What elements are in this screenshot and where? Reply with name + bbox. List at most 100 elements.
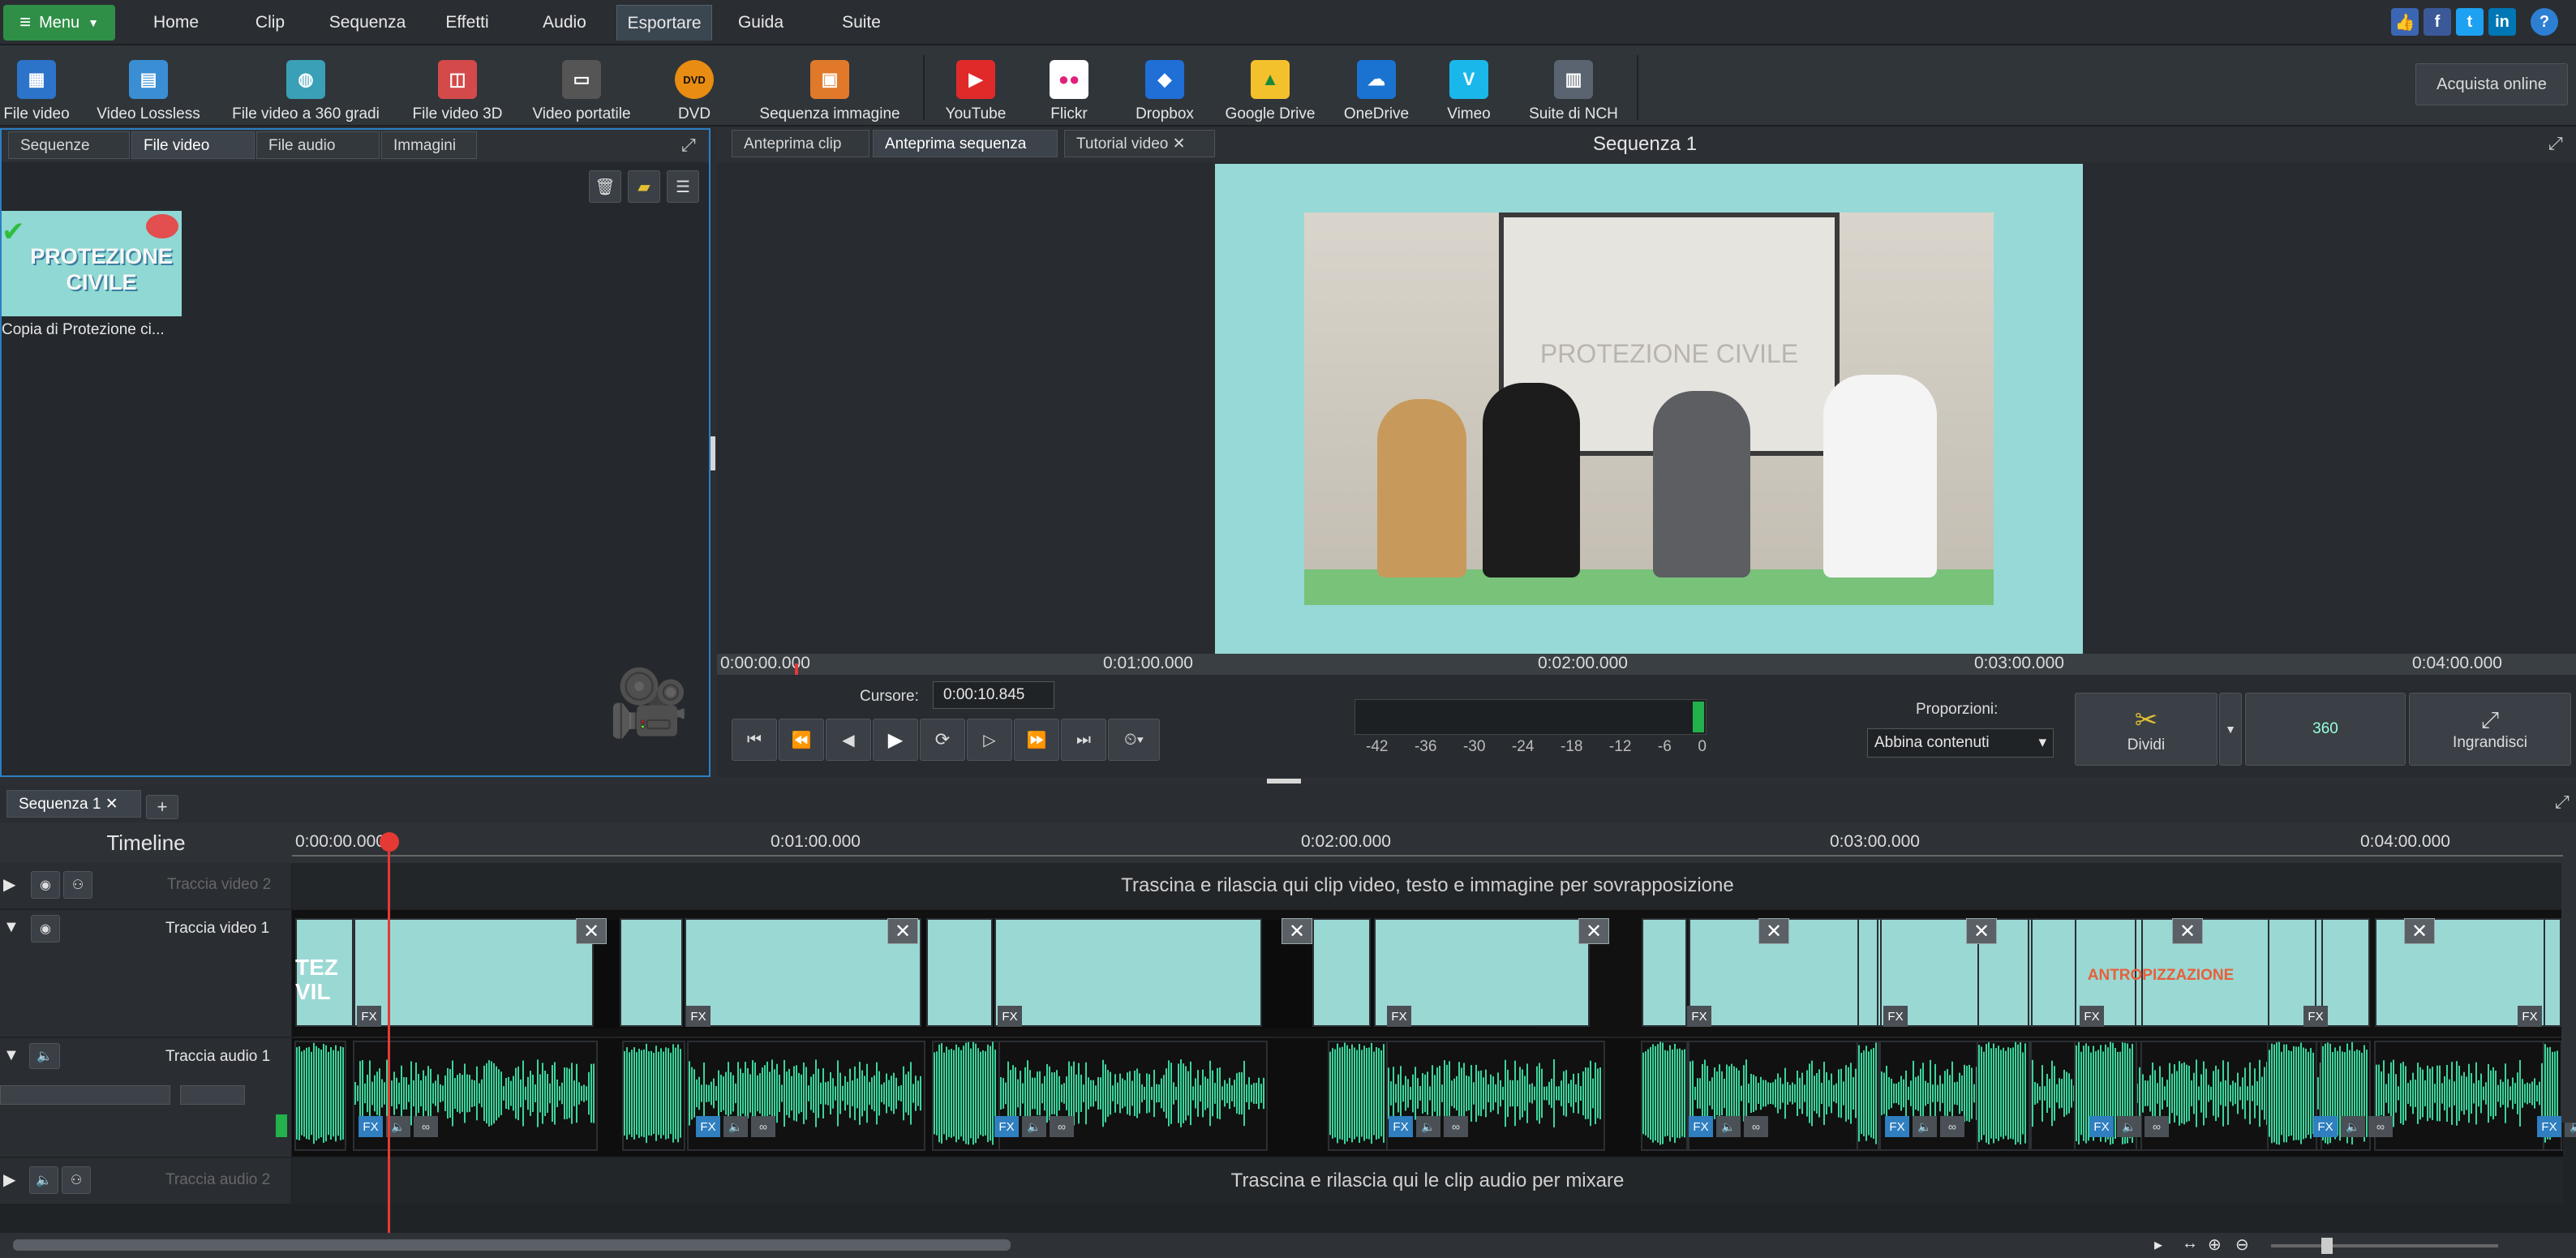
audio-fx-icon[interactable]: FX: [994, 1116, 1019, 1137]
video-fx-icon[interactable]: FX: [686, 1006, 711, 1027]
group-icon[interactable]: ⚇: [62, 1166, 91, 1194]
zoom-slider-knob[interactable]: [2321, 1238, 2333, 1254]
pin-icon[interactable]: ⤢: [2548, 133, 2563, 154]
tab-anteprima-clip[interactable]: Anteprima clip: [732, 130, 869, 157]
video-fx-icon[interactable]: FX: [357, 1006, 381, 1027]
tab-file-video[interactable]: File video: [131, 131, 255, 159]
transition-icon[interactable]: ✕: [2172, 918, 2203, 944]
video-fx-icon[interactable]: FX: [998, 1006, 1022, 1027]
export-lossless-button[interactable]: ▤ Video Lossless: [88, 50, 209, 123]
audio-fx-icon[interactable]: FX: [1389, 1116, 1413, 1137]
volume-slider[interactable]: [0, 1085, 170, 1105]
export-portable-button[interactable]: ▭ Video portatile: [519, 50, 644, 123]
video-fx-icon[interactable]: FX: [2518, 1006, 2542, 1027]
tab-audio[interactable]: Audio: [522, 5, 607, 41]
audio-fx-icon[interactable]: FX: [358, 1116, 383, 1137]
expand-arrow-icon[interactable]: ▶: [3, 874, 15, 895]
add-sequence-icon[interactable]: +: [146, 795, 178, 819]
video-clip[interactable]: [926, 918, 993, 1027]
tab-sequenza[interactable]: Sequenza: [316, 5, 419, 41]
audio-fx-icon[interactable]: FX: [2537, 1116, 2561, 1137]
tab-home[interactable]: Home: [131, 5, 221, 41]
360-button[interactable]: 360: [2245, 693, 2406, 766]
video-fx-icon[interactable]: FX: [1687, 1006, 1711, 1027]
go-to-end-icon[interactable]: ⏭: [1061, 719, 1106, 761]
eye-icon[interactable]: ◉: [31, 915, 60, 942]
link-icon[interactable]: ∞: [2145, 1116, 2169, 1137]
video-clip[interactable]: [1642, 918, 1687, 1027]
video-fx-icon[interactable]: FX: [2080, 1006, 2104, 1027]
audio-fx-icon[interactable]: FX: [1689, 1116, 1713, 1137]
facebook-icon[interactable]: f: [2424, 8, 2451, 36]
loop-icon[interactable]: ⟳: [920, 719, 965, 761]
link-icon[interactable]: ∞: [1050, 1116, 1074, 1137]
volume-icon[interactable]: 🔈: [723, 1116, 748, 1137]
step-back-icon[interactable]: ◀: [826, 719, 871, 761]
volume-icon[interactable]: 🔈: [1913, 1116, 1937, 1137]
fit-icon[interactable]: ↔: [2182, 1234, 2198, 1253]
speed-dial-icon[interactable]: ⏲▾: [1108, 719, 1160, 761]
step-forward-icon[interactable]: ▷: [967, 719, 1012, 761]
video-clip[interactable]: [2544, 918, 2561, 1027]
export-flickr-button[interactable]: ●● Flickr: [1028, 50, 1110, 123]
transition-icon[interactable]: ✕: [2404, 918, 2435, 944]
go-to-start-icon[interactable]: ⏮: [732, 719, 777, 761]
help-icon[interactable]: ?: [2531, 8, 2558, 36]
export-dvd-button[interactable]: DVD DVD: [655, 50, 733, 123]
transition-icon[interactable]: ✕: [1282, 918, 1312, 944]
speaker-icon[interactable]: 🔈: [29, 1166, 58, 1194]
volume-icon[interactable]: 🔈: [1022, 1116, 1046, 1137]
video-clip[interactable]: [1312, 918, 1371, 1027]
zoom-slider[interactable]: [2271, 1244, 2498, 1247]
play-icon[interactable]: ▶: [873, 719, 918, 761]
tab-immagini[interactable]: Immagini: [381, 131, 477, 159]
volume-icon[interactable]: 🔈: [2117, 1116, 2141, 1137]
tab-tutorial-video[interactable]: Tutorial video ✕: [1064, 130, 1215, 157]
next-clip-icon[interactable]: ⏩: [1014, 719, 1059, 761]
audio-fx-icon[interactable]: FX: [2089, 1116, 2114, 1137]
nch-suite-button[interactable]: ▥ Suite di NCH: [1517, 50, 1630, 123]
audio-drop-zone[interactable]: Trascina e rilascia qui le clip audio pe…: [292, 1158, 2563, 1204]
zoom-out-icon[interactable]: ⊖: [2235, 1234, 2249, 1255]
video-clip[interactable]: [620, 918, 683, 1027]
timeline-scrollbar[interactable]: ▸ ↔ ⊕ ⊖: [0, 1233, 2576, 1258]
tab-guida[interactable]: Guida: [722, 5, 800, 41]
export-dropbox-button[interactable]: ◆ Dropbox: [1124, 50, 1205, 123]
add-folder-icon[interactable]: ▰: [628, 170, 660, 203]
export-youtube-button[interactable]: ▶ YouTube: [933, 50, 1019, 123]
tab-esportare[interactable]: Esportare: [616, 5, 712, 41]
audio-fx-icon[interactable]: FX: [696, 1116, 720, 1137]
expand-arrow-icon[interactable]: ▶: [3, 1170, 15, 1190]
timeline-playhead-handle[interactable]: [380, 832, 399, 852]
preview-ruler[interactable]: 0:00:00.000 0:01:00.000 0:02:00.000 0:03…: [717, 654, 2576, 675]
tab-suite[interactable]: Suite: [814, 5, 908, 41]
video-clip[interactable]: [685, 918, 921, 1027]
collapse-arrow-icon[interactable]: ▼: [3, 918, 19, 937]
tab-effetti[interactable]: Effetti: [428, 5, 506, 41]
preview-playhead[interactable]: [795, 663, 798, 675]
zoom-in-icon[interactable]: ⊕: [2208, 1234, 2222, 1255]
video-fx-icon[interactable]: FX: [1883, 1006, 1908, 1027]
video-clip[interactable]: [2321, 918, 2370, 1027]
overlay-drop-zone[interactable]: Trascina e rilascia qui clip video, test…: [292, 863, 2563, 908]
transition-icon[interactable]: ✕: [576, 918, 607, 944]
export-image-sequence-button[interactable]: ▣ Sequenza immagine: [745, 50, 915, 123]
split-dropdown-icon[interactable]: ▼: [2219, 693, 2242, 766]
transition-icon[interactable]: ✕: [887, 918, 918, 944]
pin-icon[interactable]: ⤢: [2555, 792, 2570, 813]
linkedin-icon[interactable]: in: [2488, 8, 2516, 36]
tab-sequenze[interactable]: Sequenze: [8, 131, 130, 159]
transition-icon[interactable]: ✕: [1578, 918, 1609, 944]
tab-anteprima-sequenza[interactable]: Anteprima sequenza: [873, 130, 1058, 157]
buy-online-button[interactable]: Acquista online: [2415, 63, 2568, 105]
video-fx-icon[interactable]: FX: [1387, 1006, 1411, 1027]
list-view-icon[interactable]: ☰: [667, 170, 699, 203]
video-clip[interactable]: [994, 918, 1262, 1027]
pan-slider[interactable]: [180, 1085, 245, 1105]
audio-fx-icon[interactable]: FX: [2313, 1116, 2338, 1137]
volume-icon[interactable]: 🔈: [2341, 1116, 2365, 1137]
pin-icon[interactable]: ⤢: [681, 135, 696, 156]
timeline-splitter[interactable]: [1267, 779, 1301, 784]
volume-icon[interactable]: 🔈: [1416, 1116, 1440, 1137]
volume-icon[interactable]: 🔈: [1716, 1116, 1741, 1137]
